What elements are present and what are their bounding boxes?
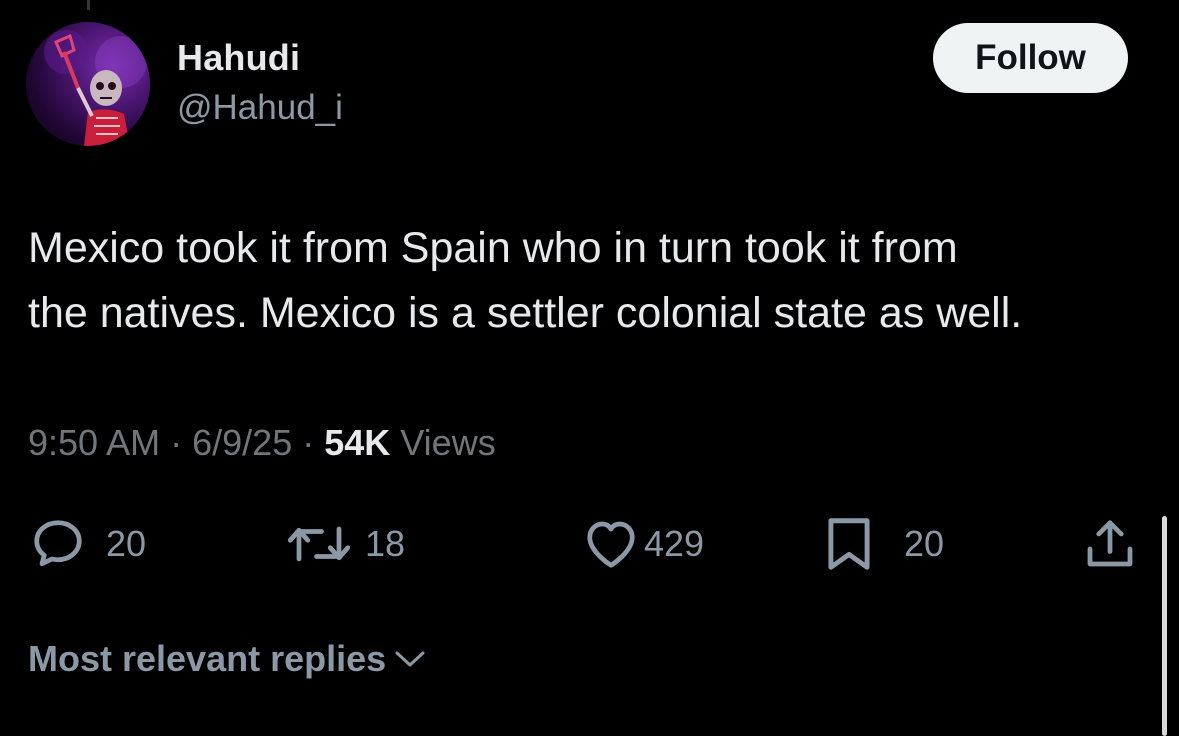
replies-sort-label: Most relevant replies [28, 638, 387, 679]
avatar[interactable] [26, 22, 150, 146]
meta-separator: · [302, 422, 315, 463]
reply-count: 20 [106, 523, 147, 564]
repost-button[interactable]: 18 [283, 512, 405, 576]
repost-count: 18 [365, 523, 406, 564]
tweet-text-line: Mexico took it from Spain who in turn to… [28, 224, 958, 272]
reply-button[interactable]: 20 [28, 512, 146, 576]
bookmark-icon [828, 518, 870, 570]
views-label: Views [400, 422, 496, 463]
share-icon [1087, 520, 1133, 567]
tweet-meta: 9:50 AM · 6/9/25 · 54K Views [28, 422, 496, 464]
tweet-text: Mexico took it from Spain who in turn to… [28, 216, 1148, 346]
tweet-time[interactable]: 9:50 AM [28, 422, 160, 463]
author-display-name[interactable]: Hahudi [177, 37, 300, 79]
author-handle[interactable]: @Hahud_i [177, 88, 343, 128]
tweet-date[interactable]: 6/9/25 [192, 422, 292, 463]
replies-sort-dropdown[interactable]: Most relevant replies [28, 638, 426, 680]
heart-icon [587, 521, 635, 568]
thread-connector-line [87, 0, 90, 10]
meta-separator: · [170, 422, 183, 463]
bookmark-count: 20 [904, 523, 945, 564]
like-count: 429 [644, 523, 705, 564]
chevron-down-icon [395, 651, 425, 667]
repost-icon [287, 526, 351, 562]
follow-button[interactable]: Follow [933, 23, 1128, 93]
share-button[interactable] [1080, 512, 1140, 576]
tweet-text-line: the natives. Mexico is a settler colonia… [28, 289, 1023, 337]
reply-icon [34, 520, 82, 567]
like-button[interactable]: 429 [580, 512, 704, 576]
scrollbar[interactable] [1162, 516, 1167, 736]
bookmark-button[interactable]: 20 [818, 512, 944, 576]
views-count: 54K [324, 422, 391, 463]
avatar-image [44, 30, 147, 146]
